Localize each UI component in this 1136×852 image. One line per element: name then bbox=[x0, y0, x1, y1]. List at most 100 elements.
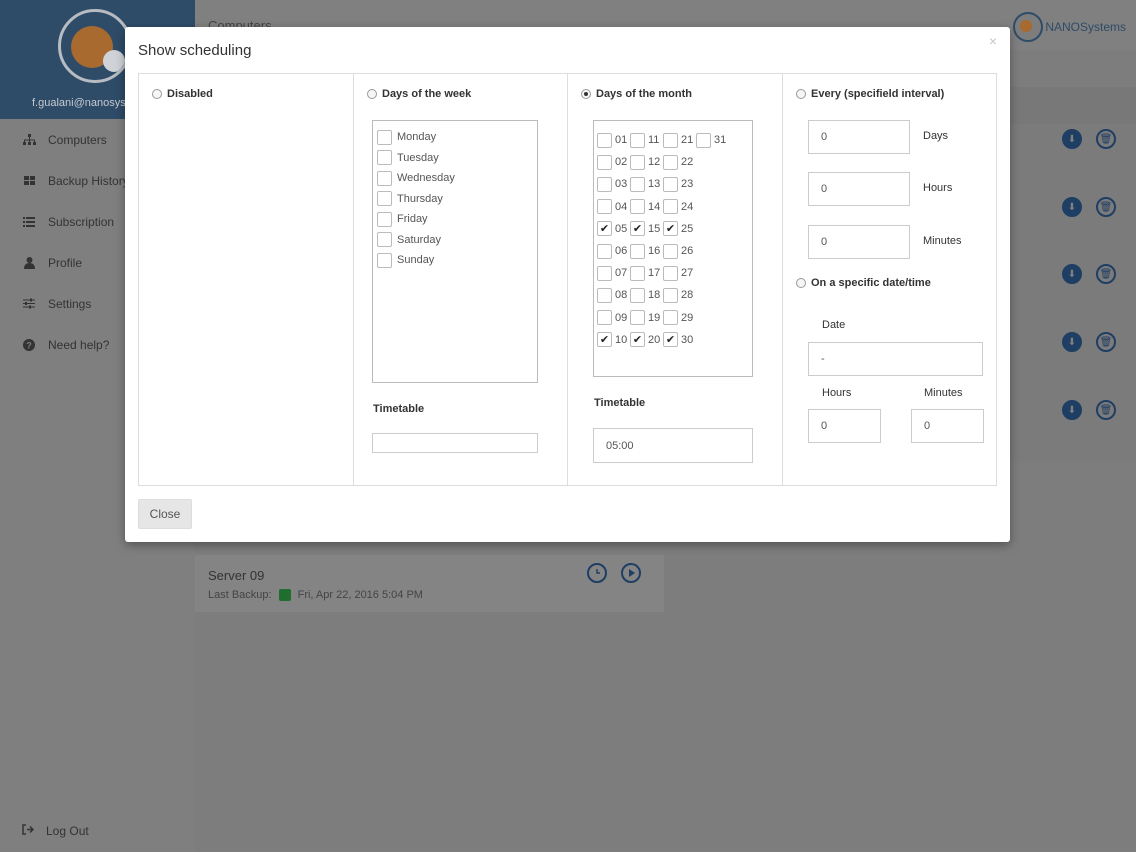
specific-datetime-radio[interactable] bbox=[796, 278, 806, 288]
close-icon[interactable]: × bbox=[989, 33, 997, 49]
month-day-checkbox[interactable] bbox=[597, 132, 612, 148]
weekday-item[interactable]: Friday bbox=[377, 209, 533, 230]
interval-hours-input[interactable]: 0 bbox=[808, 172, 910, 206]
month-day-item[interactable]: 24 bbox=[663, 199, 696, 215]
logout-button[interactable]: Log Out bbox=[22, 824, 89, 838]
month-day-checkbox[interactable] bbox=[597, 176, 612, 192]
month-day-item[interactable]: 27 bbox=[663, 265, 696, 281]
month-day-checkbox[interactable] bbox=[663, 287, 678, 303]
month-day-item[interactable]: 29 bbox=[663, 310, 696, 326]
specific-hours-input[interactable]: 0 bbox=[808, 409, 881, 443]
clock-icon[interactable] bbox=[587, 563, 607, 583]
disabled-option[interactable]: Disabled bbox=[152, 88, 213, 100]
weekday-checkbox[interactable] bbox=[377, 232, 392, 248]
weekday-item[interactable]: Saturday bbox=[377, 230, 533, 251]
month-day-item[interactable]: 21 bbox=[663, 132, 696, 148]
download-icon[interactable]: ⬇ bbox=[1062, 129, 1082, 149]
checkmark-icon[interactable]: ✔ bbox=[630, 332, 645, 348]
month-day-item[interactable]: 23 bbox=[663, 176, 696, 192]
month-day-item[interactable]: 12 bbox=[630, 154, 663, 170]
month-day-checkbox[interactable] bbox=[630, 154, 645, 170]
month-day-checkbox[interactable] bbox=[663, 243, 678, 259]
days-of-week-radio[interactable] bbox=[367, 89, 377, 99]
every-interval-option[interactable]: Every (specifield interval) bbox=[796, 88, 944, 100]
trash-icon[interactable]: 🗑 bbox=[1096, 197, 1116, 217]
month-day-item[interactable]: 07 bbox=[597, 265, 630, 281]
specific-minutes-input[interactable]: 0 bbox=[911, 409, 984, 443]
month-day-checkbox[interactable] bbox=[630, 287, 645, 303]
month-day-checkbox[interactable] bbox=[630, 199, 645, 215]
month-day-item[interactable]: 08 bbox=[597, 287, 630, 303]
month-day-item[interactable]: 04 bbox=[597, 199, 630, 215]
weekday-checkbox[interactable] bbox=[377, 150, 392, 166]
month-timetable-input[interactable]: 05:00 bbox=[593, 428, 753, 463]
month-day-checkbox[interactable] bbox=[663, 132, 678, 148]
weekday-checkbox[interactable] bbox=[377, 211, 392, 227]
trash-icon[interactable]: 🗑 bbox=[1096, 129, 1116, 149]
month-day-item[interactable]: ✔ 10 bbox=[597, 332, 630, 348]
month-day-checkbox[interactable] bbox=[663, 265, 678, 281]
month-day-item[interactable]: ✔ 05 bbox=[597, 221, 630, 237]
weekday-checkbox[interactable] bbox=[377, 129, 392, 145]
month-day-item[interactable]: 13 bbox=[630, 176, 663, 192]
list-item[interactable]: Server 09 Last Backup: Fri, Apr 22, 2016… bbox=[195, 555, 664, 612]
month-day-item[interactable]: 22 bbox=[663, 154, 696, 170]
month-day-item[interactable]: ✔ 30 bbox=[663, 332, 696, 348]
weekday-checkbox[interactable] bbox=[377, 170, 392, 186]
month-day-item[interactable]: 19 bbox=[630, 310, 663, 326]
month-day-checkbox[interactable] bbox=[630, 176, 645, 192]
every-interval-radio[interactable] bbox=[796, 89, 806, 99]
checkmark-icon[interactable]: ✔ bbox=[630, 221, 645, 237]
month-day-item[interactable]: ✔ 20 bbox=[630, 332, 663, 348]
weekday-item[interactable]: Tuesday bbox=[377, 148, 533, 169]
weekday-item[interactable]: Sunday bbox=[377, 250, 533, 271]
checkmark-icon[interactable]: ✔ bbox=[663, 221, 678, 237]
month-day-item[interactable]: 06 bbox=[597, 243, 630, 259]
download-icon[interactable]: ⬇ bbox=[1062, 400, 1082, 420]
play-icon[interactable] bbox=[621, 563, 641, 583]
days-of-week-option[interactable]: Days of the week bbox=[367, 88, 471, 100]
download-icon[interactable]: ⬇ bbox=[1062, 264, 1082, 284]
interval-minutes-input[interactable]: 0 bbox=[808, 225, 910, 259]
month-day-checkbox[interactable] bbox=[630, 310, 645, 326]
weekday-item[interactable]: Thursday bbox=[377, 189, 533, 210]
month-day-item[interactable]: 11 bbox=[630, 132, 663, 148]
month-day-checkbox[interactable] bbox=[597, 199, 612, 215]
month-day-checkbox[interactable] bbox=[663, 199, 678, 215]
month-day-checkbox[interactable] bbox=[597, 243, 612, 259]
days-of-month-option[interactable]: Days of the month bbox=[581, 88, 692, 100]
month-day-checkbox[interactable] bbox=[597, 265, 612, 281]
checkmark-icon[interactable]: ✔ bbox=[597, 332, 612, 348]
month-day-item[interactable]: 09 bbox=[597, 310, 630, 326]
download-icon[interactable]: ⬇ bbox=[1062, 332, 1082, 352]
interval-days-input[interactable]: 0 bbox=[808, 120, 910, 154]
month-day-checkbox[interactable] bbox=[597, 310, 612, 326]
month-day-checkbox[interactable] bbox=[597, 287, 612, 303]
month-day-item[interactable]: 03 bbox=[597, 176, 630, 192]
disabled-radio[interactable] bbox=[152, 89, 162, 99]
month-day-checkbox[interactable] bbox=[696, 132, 711, 148]
month-day-checkbox[interactable] bbox=[597, 154, 612, 170]
month-day-item[interactable]: 14 bbox=[630, 199, 663, 215]
trash-icon[interactable]: 🗑 bbox=[1096, 264, 1116, 284]
month-day-item[interactable]: 26 bbox=[663, 243, 696, 259]
checkmark-icon[interactable]: ✔ bbox=[663, 332, 678, 348]
specific-datetime-option[interactable]: On a specific date/time bbox=[796, 277, 931, 289]
download-icon[interactable]: ⬇ bbox=[1062, 197, 1082, 217]
month-day-item[interactable]: 31 bbox=[696, 132, 729, 148]
trash-icon[interactable]: 🗑 bbox=[1096, 332, 1116, 352]
month-day-item[interactable]: 02 bbox=[597, 154, 630, 170]
avatar[interactable] bbox=[58, 9, 132, 83]
month-day-checkbox[interactable] bbox=[663, 176, 678, 192]
weekday-checkbox[interactable] bbox=[377, 252, 392, 268]
close-button[interactable]: Close bbox=[138, 499, 192, 529]
month-day-item[interactable]: 01 bbox=[597, 132, 630, 148]
trash-icon[interactable]: 🗑 bbox=[1096, 400, 1116, 420]
weekday-checkbox[interactable] bbox=[377, 191, 392, 207]
month-day-item[interactable]: ✔ 15 bbox=[630, 221, 663, 237]
month-day-item[interactable]: 17 bbox=[630, 265, 663, 281]
month-day-checkbox[interactable] bbox=[663, 154, 678, 170]
month-day-checkbox[interactable] bbox=[663, 310, 678, 326]
month-day-checkbox[interactable] bbox=[630, 132, 645, 148]
month-day-checkbox[interactable] bbox=[630, 243, 645, 259]
